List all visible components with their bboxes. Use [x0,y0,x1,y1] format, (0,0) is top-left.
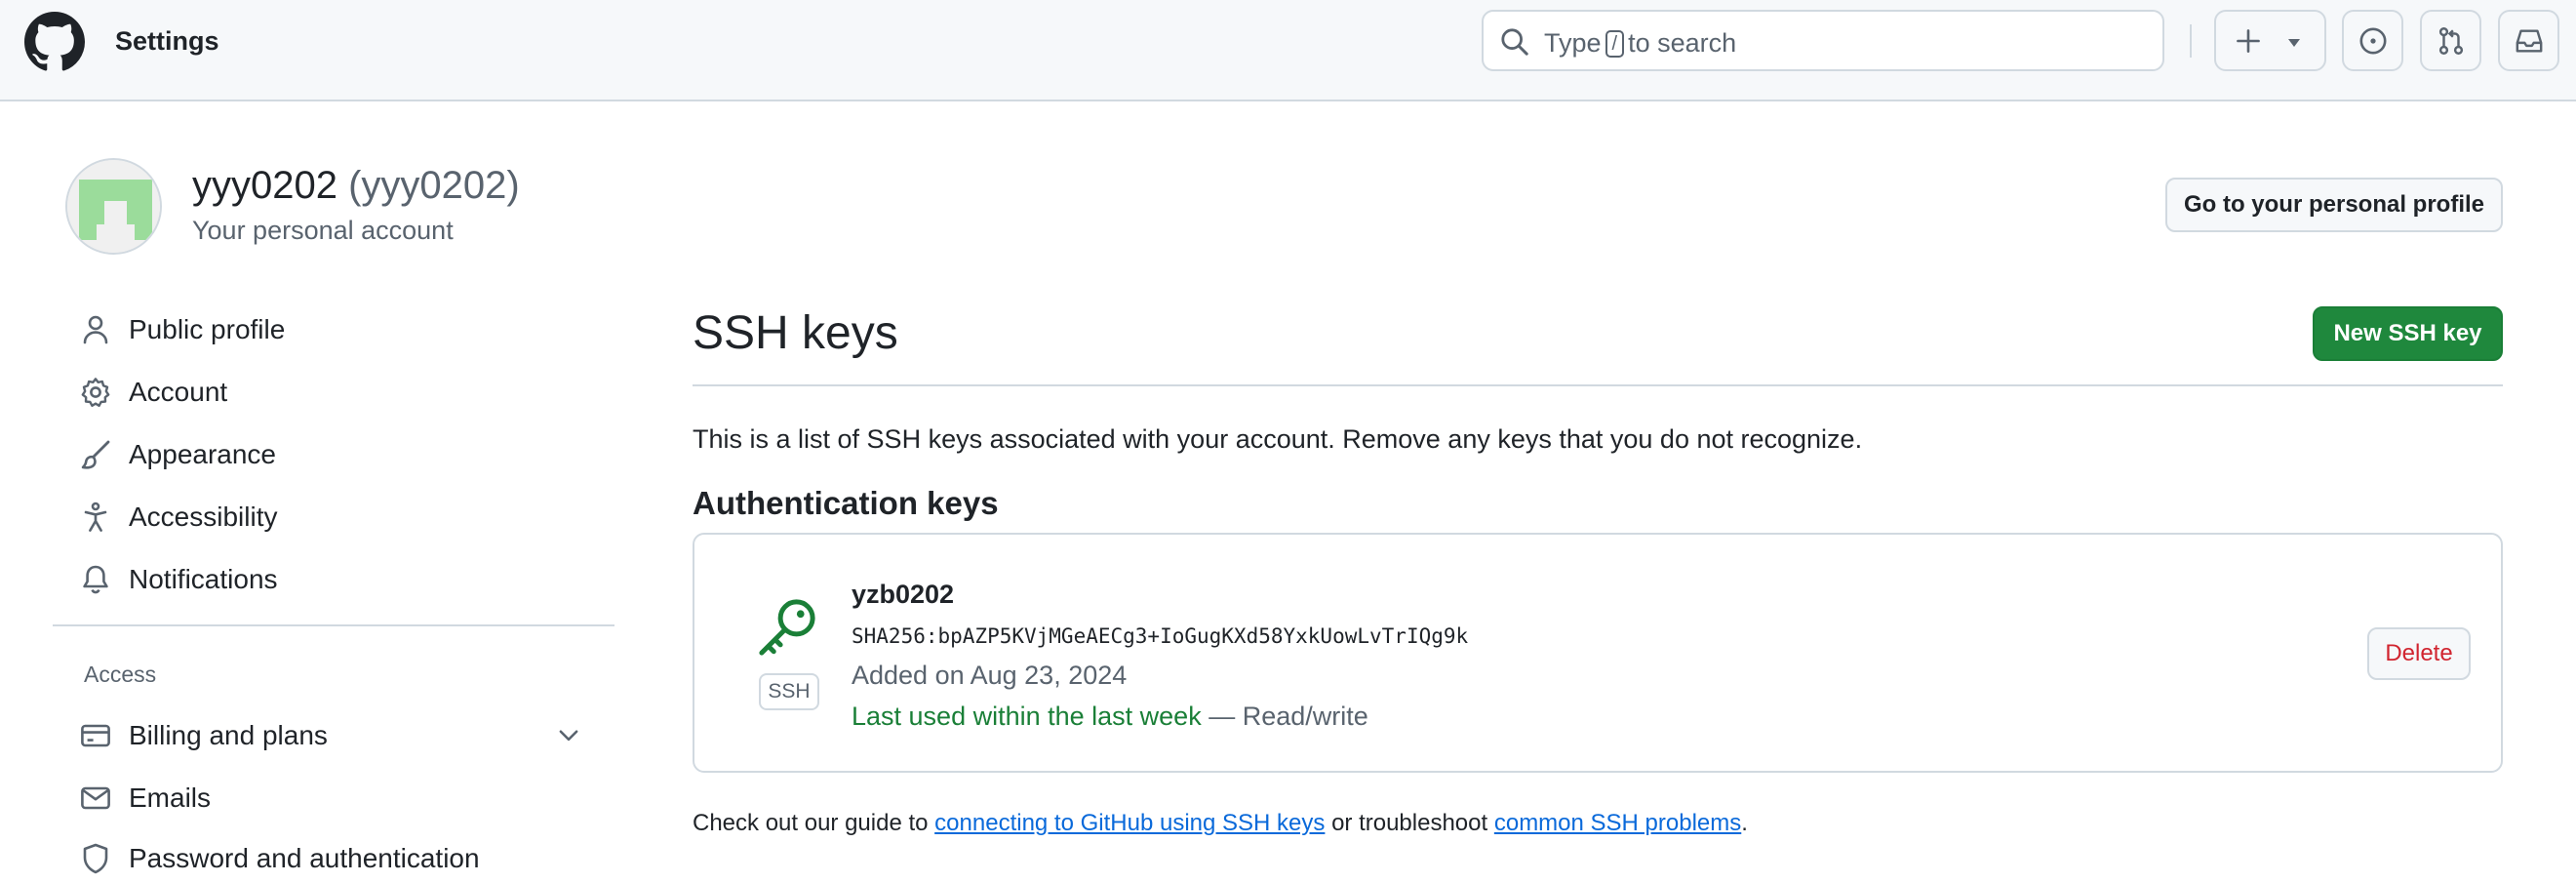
paintbrush-icon [81,440,110,469]
shield-lock-icon [83,843,108,874]
ssh-key-fingerprint: SHA256:bpAZP5KVjMGeAECg3+IoGugKXd58YxkUo… [852,624,1469,648]
inbox-icon [2516,29,2543,53]
sidebar-item-emails[interactable]: Emails [80,774,587,823]
account-subtitle: Your personal account [192,216,454,245]
page-title: Settings [115,26,219,56]
issues-button[interactable] [2342,10,2403,71]
search-icon [1501,28,1528,56]
sidebar-section-access: Access [84,662,157,687]
sidebar-item-public-profile[interactable]: Public profile [80,305,587,354]
ssh-key-title: yzb0202 [852,580,955,609]
ssh-key-list-item: SSH yzb0202 SHA256:bpAZP5KVjMGeAECg3+IoG… [693,533,2503,773]
search-placeholder: Type / to search [1544,28,1737,58]
person-icon [83,315,108,344]
header-divider [2190,24,2192,58]
ssh-help-note: Check out our guide to connecting to Git… [693,810,1748,836]
ssh-keys-description: This is a list of SSH keys associated wi… [693,424,1863,454]
sidebar-item-accessibility[interactable]: Accessibility [80,493,587,542]
pull-requests-button[interactable] [2420,10,2481,71]
ssh-keys-heading: SSH keys [693,307,898,359]
top-header: Settings Type / to search [0,0,2576,101]
sidebar-item-password-auth[interactable]: Password and authentication [80,834,587,883]
ssh-guide-link[interactable]: connecting to GitHub using SSH keys [934,810,1325,836]
search-input[interactable]: Type / to search [1482,10,2164,71]
heading-divider [693,384,2503,386]
accessibility-icon [84,502,107,532]
ssh-key-added-date: Added on Aug 23, 2024 [852,661,1128,690]
delete-ssh-key-button[interactable]: Delete [2367,627,2471,680]
sidebar-divider [53,624,614,626]
go-to-profile-button[interactable]: Go to your personal profile [2165,178,2503,232]
access-level-text: — Read/write [1209,702,1368,731]
credit-card-icon [81,724,110,747]
ssh-type-badge: SSH [759,673,819,710]
gear-icon [81,378,110,407]
ssh-key-last-used: Last used within the last week — Read/wr… [852,702,1368,732]
display-name: yyy0202 [192,164,337,207]
bell-icon [83,565,108,594]
sidebar-item-account[interactable]: Account [80,368,587,417]
chevron-down-icon[interactable] [556,722,581,747]
triangle-down-icon [2288,39,2300,47]
sidebar-item-appearance[interactable]: Appearance [80,430,587,479]
issue-opened-icon [2359,27,2387,55]
account-name: yyy0202 (yyy0202) [192,164,520,208]
create-new-button[interactable] [2214,10,2326,71]
authentication-keys-heading: Authentication keys [693,485,999,521]
plus-icon [2237,29,2260,53]
sidebar-item-billing[interactable]: Billing and plans [80,711,587,760]
search-shortcut-key: / [1605,30,1625,58]
git-pull-request-icon [2438,27,2464,55]
sidebar-item-notifications[interactable]: Notifications [80,555,587,604]
avatar[interactable] [65,158,162,255]
ssh-troubleshoot-link[interactable]: common SSH problems [1494,810,1741,836]
new-ssh-key-button[interactable]: New SSH key [2313,306,2503,361]
identicon-image [67,160,160,253]
inbox-button[interactable] [2498,10,2559,71]
key-icon [759,599,815,656]
user-handle: (yyy0202) [348,164,520,207]
github-logo-icon[interactable] [24,12,85,72]
last-used-text: Last used within the last week [852,702,1202,731]
mail-icon [81,786,110,810]
